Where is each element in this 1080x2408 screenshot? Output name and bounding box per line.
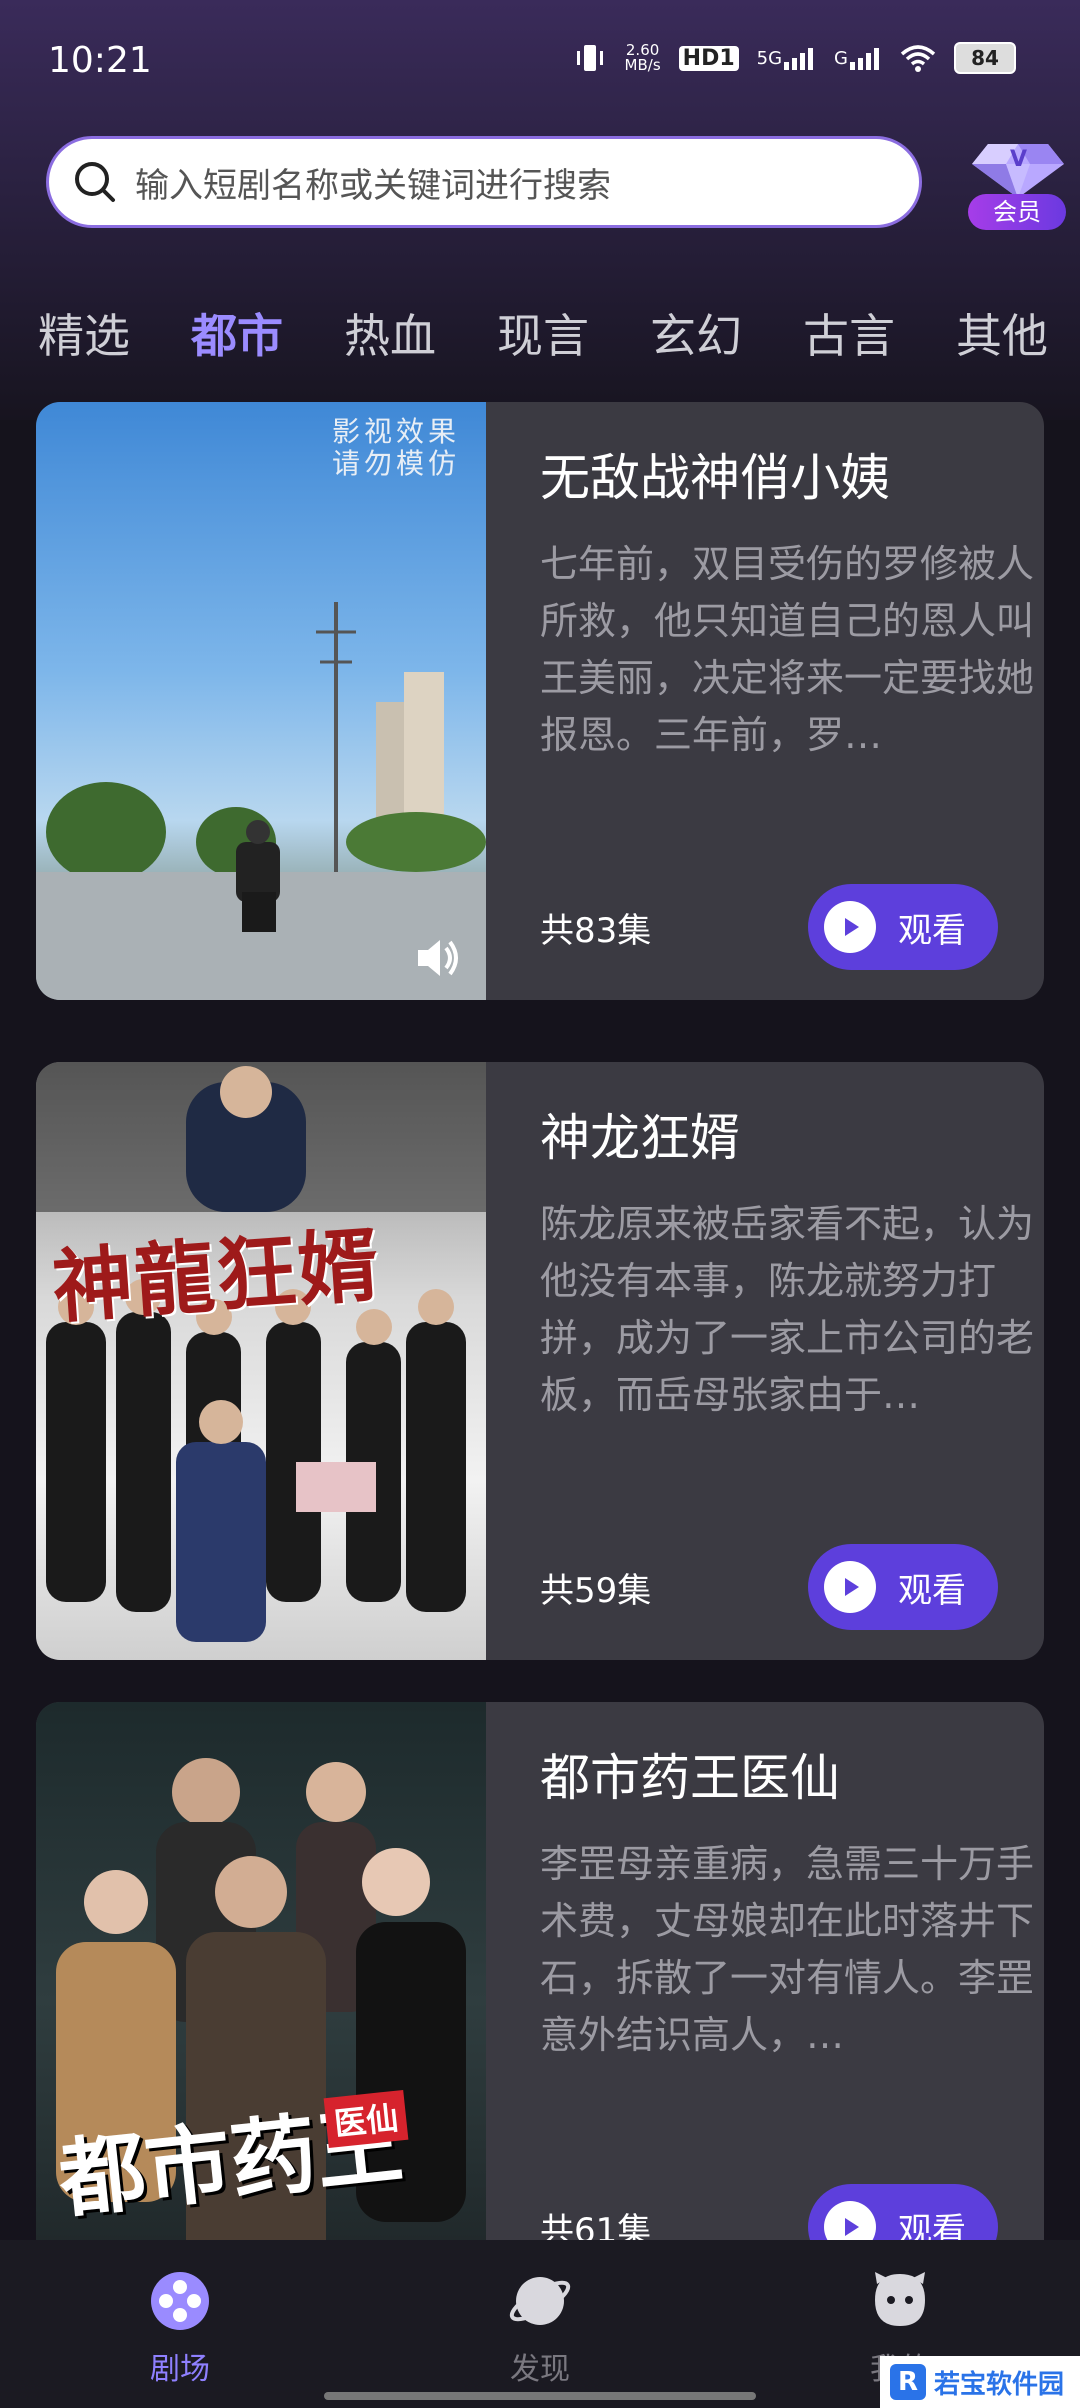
tab-xianyan[interactable]: 现言 — [497, 300, 589, 366]
drama-description: 七年前，双目受伤的罗修被人所救，他只知道自己的恩人叫王美丽，决定将来一定要找她报… — [540, 542, 1035, 757]
signal-g-label: G — [834, 47, 848, 69]
drama-card[interactable]: 影视效果 请勿模仿 无敌战神俏小姨 七年前，双目受伤的罗修被人所救，他只知道自己… — [36, 402, 1044, 1000]
tab-guyan[interactable]: 古言 — [803, 300, 895, 366]
watch-label: 观看 — [898, 1570, 966, 1611]
drama-poster[interactable]: 神龍狂婿 — [36, 1062, 486, 1660]
poster-scene — [36, 602, 486, 1000]
watermark-logo-icon: R — [890, 2364, 926, 2400]
episode-count: 共83集 — [540, 911, 652, 951]
drama-card[interactable]: 神龍狂婿 神龙狂婿 陈龙原来被岳家看不起，认为他没有本事，陈龙就努力打拼，成为了… — [36, 1062, 1044, 1660]
poster-overlay-text: 影视效果 请勿模仿 — [331, 415, 460, 480]
episode-count: 共59集 — [540, 1571, 652, 1611]
drama-description: 陈龙原来被岳家看不起，认为他没有本事，陈龙就努力打拼，成为了一家上市公司的老板，… — [540, 1202, 1035, 1417]
drama-title: 都市药王医仙 — [540, 1749, 840, 1807]
poster-overlay-text: 神龍狂婿 — [49, 1217, 384, 1335]
vip-label: 会员 — [968, 194, 1066, 230]
tab-qita[interactable]: 其他 — [956, 300, 1048, 366]
net-speed: 2.60 MB/s — [624, 41, 661, 74]
search-icon — [75, 162, 115, 202]
watch-label: 观看 — [898, 910, 966, 951]
drama-info: 无敌战神俏小姨 七年前，双目受伤的罗修被人所救，他只知道自己的恩人叫王美丽，决定… — [540, 438, 1044, 764]
tab-xuanhuan[interactable]: 玄幻 — [650, 300, 742, 366]
signal-g-icon: G — [834, 46, 882, 70]
play-icon — [824, 1561, 876, 1613]
status-icons: 2.60 MB/s HD1 5G G 84 — [573, 42, 1016, 74]
status-time: 10:21 — [48, 40, 152, 81]
volume-icon[interactable] — [412, 932, 464, 984]
drama-info: 都市药王医仙 李罡母亲重病，急需三十万手术费，丈母娘却在此时落井下石，拆散了一对… — [540, 1738, 1044, 2064]
watermark-text: 若宝软件园 — [934, 2369, 1065, 2400]
search-bar[interactable]: 输入短剧名称或关键词进行搜索 — [46, 136, 922, 228]
nav-label-discover: 发现 — [510, 2352, 570, 2387]
status-bar: 10:21 2.60 MB/s HD1 5G G 84 — [0, 0, 1080, 120]
svg-text:V: V — [1010, 147, 1027, 172]
profile-icon — [875, 2272, 925, 2326]
drama-card[interactable]: 都市药王 医仙 都市药王医仙 李罡母亲重病，急需三十万手术费，丈母娘却在此时落井… — [36, 1702, 1044, 2300]
drama-title: 神龙狂婿 — [540, 1109, 740, 1167]
signal-5g-label: 5G — [756, 47, 783, 69]
tab-jingxuan[interactable]: 精选 — [38, 300, 130, 366]
drama-description: 李罡母亲重病，急需三十万手术费，丈母娘却在此时落井下石，拆散了一对有情人。李罡意… — [540, 1842, 1035, 2057]
theater-icon — [151, 2272, 209, 2330]
drama-poster[interactable]: 影视效果 请勿模仿 — [36, 402, 486, 1000]
hd-icon: HD1 — [678, 45, 739, 71]
search-placeholder: 输入短剧名称或关键词进行搜索 — [135, 165, 611, 206]
wifi-icon — [900, 44, 936, 72]
drama-poster[interactable]: 都市药王 医仙 — [36, 1702, 486, 2300]
drama-info: 神龙狂婿 陈龙原来被岳家看不起，认为他没有本事，陈龙就努力打拼，成为了一家上市公… — [540, 1098, 1044, 1424]
poster-scene — [36, 1062, 486, 1642]
diamond-icon: V — [972, 144, 1064, 198]
play-icon — [824, 901, 876, 953]
watch-button[interactable]: 观看 — [808, 1544, 998, 1630]
nav-item-discover[interactable]: 发现 — [440, 2240, 640, 2408]
nav-item-theater[interactable]: 剧场 — [80, 2240, 280, 2408]
poster-tag: 医仙 — [323, 2089, 409, 2149]
category-tabs: 精选 都市 热血 现言 玄幻 古言 其他 — [38, 300, 1048, 366]
signal-5g-icon: 5G — [757, 46, 816, 70]
tab-rexue[interactable]: 热血 — [344, 300, 436, 366]
drama-title: 无敌战神俏小姨 — [540, 449, 890, 507]
tab-dushi[interactable]: 都市 — [191, 300, 283, 366]
nav-label-theater: 剧场 — [150, 2352, 210, 2387]
battery-icon: 84 — [954, 42, 1016, 74]
vip-button[interactable]: V 会员 — [968, 132, 1068, 232]
watch-button[interactable]: 观看 — [808, 884, 998, 970]
home-indicator[interactable] — [324, 2392, 756, 2400]
watermark: R 若宝软件园 — [880, 2356, 1080, 2408]
vibrate-icon — [573, 43, 607, 73]
planet-icon — [509, 2277, 571, 2325]
